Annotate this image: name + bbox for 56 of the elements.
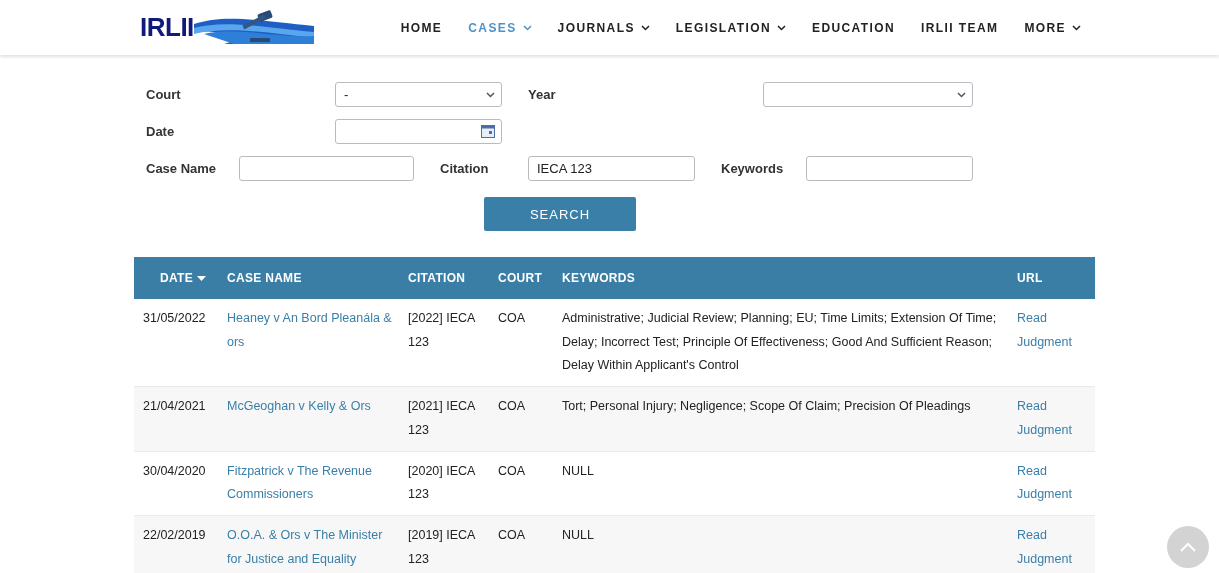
nav-link[interactable]: HOME [400,20,443,35]
court-cell-text: COA [498,526,527,544]
keywords-cell-text: Tort; Personal Injury; Negligence; Scope Of Claim; Precision Of Pleadings [562,398,972,416]
court-cell-text: COA [498,462,527,480]
nav-link[interactable]: MORE [1024,20,1081,35]
nav-link[interactable]: CASES [468,20,532,35]
keywords-field[interactable] [806,156,973,181]
court-select[interactable]: - [335,82,502,107]
nav-link[interactable]: JOURNALS [557,20,650,35]
keywords-cell-text: NULL [562,526,595,544]
nav-link[interactable]: EDUCATION [812,20,896,35]
keywords-label: Keywords [721,161,785,176]
date-cell-text: 22/02/2019 [142,526,207,544]
court-cell-text: COA [498,398,527,416]
keywords-cell-text: NULL [562,462,595,480]
court-cell-text: COA [498,310,527,327]
nav-link[interactable]: LEGISLATION [675,20,786,35]
citation-cell-text: [2020] IECA 123 [408,462,476,504]
case-link[interactable]: O.O.A. & Ors v The Minister for Justice and Equality [227,523,408,572]
date-label: Date [146,124,176,139]
column-header[interactable]: URL [1017,271,1095,285]
judgment-link[interactable]: Read Judgment [1017,523,1095,572]
chevron-down-icon [486,91,495,98]
column-header[interactable]: DATE [134,271,227,285]
citation-field[interactable]: IECA 123 [528,156,695,181]
column-header[interactable]: KEYWORDS [562,271,1017,285]
judgment-link[interactable]: Read Judgment [1017,459,1095,507]
case-name-field[interactable] [239,156,414,181]
keywords-cell-text: Administrative; Judicial Review; Planning; EU; Time Limits; Extension Of Time; Delay; Incorrect Test; Principle Of Effectiveness; Good And Sufficient Reason; Delay Within Applicant's Control [562,310,998,375]
column-header[interactable]: CASE NAME [227,271,408,285]
year-select[interactable] [763,82,973,107]
court-label: Court [146,87,182,102]
judgment-link[interactable]: Read Judgment [1017,307,1095,355]
nav-link[interactable]: IRLII TEAM [921,20,999,35]
calendar-icon[interactable] [481,125,495,138]
date-cell-text: 21/04/2021 [142,398,207,416]
column-header[interactable]: CITATION [408,271,498,285]
citation-cell-text: [2021] IECA 123 [408,398,476,439]
judgment-link[interactable]: Read Judgment [1017,395,1095,443]
citation-cell-text: [2019] IECA 123 [408,526,476,568]
citation-cell-text: [2022] IECA 123 [408,310,476,351]
case-name-label: Case Name [146,161,218,176]
date-field[interactable] [335,119,502,144]
year-label: Year [528,87,557,102]
logo-text[interactable]: IRLII [140,12,194,43]
chevron-down-icon [957,91,966,98]
case-link[interactable]: McGeoghan v Kelly & Ors [227,395,408,419]
scroll-top-button[interactable] [1167,526,1209,568]
search-button[interactable]: SEARCH [484,197,636,231]
chevron-up-icon [1180,542,1196,552]
citation-label: Citation [440,161,490,176]
date-cell-text: 31/05/2022 [142,310,207,327]
column-header[interactable]: COURT [498,271,562,285]
case-link[interactable]: Heaney v An Bord Pleanála & ors [227,307,408,355]
case-link[interactable]: Fitzpatrick v The Revenue Commissioners [227,459,408,507]
date-cell-text: 30/04/2020 [142,462,207,480]
